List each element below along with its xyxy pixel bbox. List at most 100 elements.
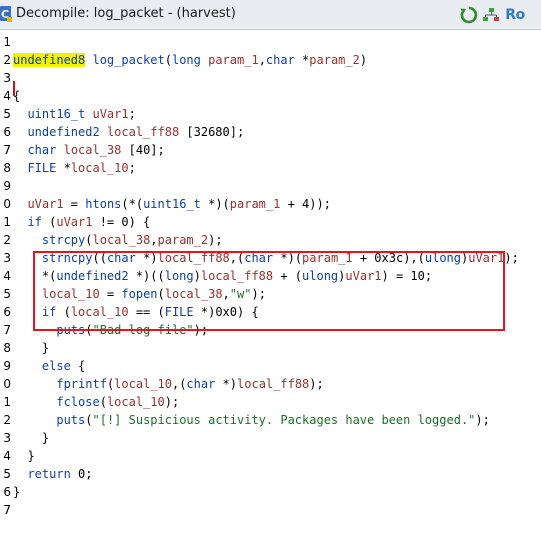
code-line[interactable]: 7 char local_38 [40];	[0, 141, 541, 159]
code-line[interactable]: 1	[0, 33, 541, 51]
code-line[interactable]: 2 puts("[!] Suspicious activity. Package…	[0, 411, 541, 429]
line-number: 9	[3, 359, 11, 373]
code-token: (	[85, 233, 93, 247]
code-line[interactable]: 1 fclose(local_10);	[0, 393, 541, 411]
code-token: char	[265, 53, 295, 67]
code-line[interactable]: 8 }	[0, 339, 541, 357]
code-line[interactable]: 5 uint16_t uVar1;	[0, 105, 541, 123]
title-bar: C Decompile: log_packet - (harvest) Ro	[0, 0, 541, 30]
line-number: 5	[3, 467, 11, 481]
snapshot-button[interactable]	[482, 5, 500, 25]
code-token[interactable]: fclose	[56, 395, 99, 409]
code-text: puts("Bad log file");	[13, 321, 208, 339]
code-token[interactable]: htons	[85, 197, 121, 211]
code-token: long	[171, 53, 201, 67]
code-line[interactable]: 8 FILE *local_10;	[0, 159, 541, 177]
code-view[interactable]: 1 2 undefined8 log_packet(long param_1,cha…	[0, 30, 541, 533]
code-text: if (local_10 == (FILE *)0x0) {	[13, 303, 259, 321]
code-token: );	[164, 395, 180, 409]
code-token: ulong	[302, 269, 339, 283]
code-token: (	[41, 215, 57, 229]
code-line[interactable]: 3 }	[0, 429, 541, 447]
code-token: }	[13, 431, 50, 445]
line-number: 0	[3, 197, 11, 211]
code-token: uint16_t	[27, 107, 86, 121]
code-line[interactable]: 6}	[0, 483, 541, 501]
code-token: local_ff88	[106, 125, 180, 139]
code-line[interactable]: 5 local_10 = fopen(local_38,"w");	[0, 285, 541, 303]
code-token: ulong	[424, 251, 461, 265]
code-token: [40];	[121, 143, 165, 157]
read-only-toggle[interactable]: Ro	[503, 5, 527, 25]
code-line[interactable]: 1 if (uVar1 != 0) {	[0, 213, 541, 231]
code-token: }	[13, 449, 35, 463]
code-line[interactable]: 0 uVar1 = htons(*(uint16_t *)(param_1 + …	[0, 195, 541, 213]
code-text: undefined8 log_packet(long param_1,char …	[13, 51, 367, 69]
code-token: );	[309, 377, 324, 391]
line-number: 2	[3, 233, 11, 247]
code-line[interactable]: 5 return 0;	[0, 465, 541, 483]
code-token: param_2	[309, 53, 360, 67]
code-text: }	[13, 447, 35, 465]
code-line[interactable]: 6 undefined2 local_ff88 [32680];	[0, 123, 541, 141]
code-text: undefined2 local_ff88 [32680];	[13, 123, 244, 141]
code-line[interactable]: 2 strcpy(local_38,param_2);	[0, 231, 541, 249]
line-number: 3	[3, 431, 11, 445]
refresh-button[interactable]	[459, 5, 479, 25]
line-number: 7	[3, 323, 11, 337]
line-number: 1	[3, 215, 11, 229]
code-token: ,(	[229, 251, 245, 265]
code-line[interactable]: 7 puts("Bad log file");	[0, 321, 541, 339]
code-token[interactable]: fopen	[121, 287, 157, 301]
code-line[interactable]: 3	[0, 69, 541, 87]
line-number: 8	[3, 341, 11, 355]
code-token[interactable]: strncpy	[42, 251, 93, 265]
code-token: *)	[215, 377, 238, 391]
code-text: if (uVar1 != 0) {	[13, 213, 150, 231]
code-line[interactable]: 4 *(undefined2 *)((long)local_ff88 + (ul…	[0, 267, 541, 285]
code-token: ((	[92, 251, 107, 265]
code-token: local_ff88	[200, 269, 274, 283]
line-number: 4	[3, 449, 11, 463]
code-line[interactable]: 4{	[0, 87, 541, 105]
code-token: local_10	[70, 305, 129, 319]
code-line[interactable]: 2 undefined8 log_packet(long param_1,char…	[0, 51, 541, 69]
code-token: uint16_t	[143, 197, 201, 211]
code-line[interactable]: 9 else {	[0, 357, 541, 375]
code-token: );	[208, 233, 223, 247]
code-line[interactable]: 7	[0, 501, 541, 519]
code-token: *(	[13, 269, 57, 283]
code-token: "[!] Suspicious activity. Packages have …	[92, 413, 476, 427]
code-token: local_10	[70, 161, 129, 175]
code-token: (	[164, 53, 172, 67]
code-token[interactable]: puts	[56, 413, 85, 427]
code-token: + 4));	[280, 197, 331, 211]
code-text: uint16_t uVar1;	[13, 105, 135, 123]
code-line[interactable]: 6 if (local_10 == (FILE *)0x0) {	[0, 303, 541, 321]
code-token: "Bad log file"	[92, 323, 194, 337]
code-text: fprintf(local_10,(char *)local_ff88);	[13, 375, 324, 393]
code-token: );	[504, 251, 519, 265]
code-token[interactable]: fprintf	[56, 377, 107, 391]
code-token[interactable]: log_packet	[92, 53, 164, 67]
code-token: }	[13, 341, 50, 355]
code-line[interactable]: 3 strncpy((char *)local_ff88,(char *)(pa…	[0, 249, 541, 267]
code-token[interactable]: strcpy	[42, 233, 85, 247]
code-line[interactable]: 4 }	[0, 447, 541, 465]
code-token: uVar1	[56, 215, 93, 229]
code-token: != 0) {	[92, 215, 151, 229]
code-line[interactable]: 9	[0, 177, 541, 195]
code-line[interactable]: 0 fprintf(local_10,(char *)local_ff88);	[0, 375, 541, 393]
code-token[interactable]: puts	[56, 323, 85, 337]
code-token: ,	[150, 233, 158, 247]
code-text: FILE *local_10;	[13, 159, 135, 177]
